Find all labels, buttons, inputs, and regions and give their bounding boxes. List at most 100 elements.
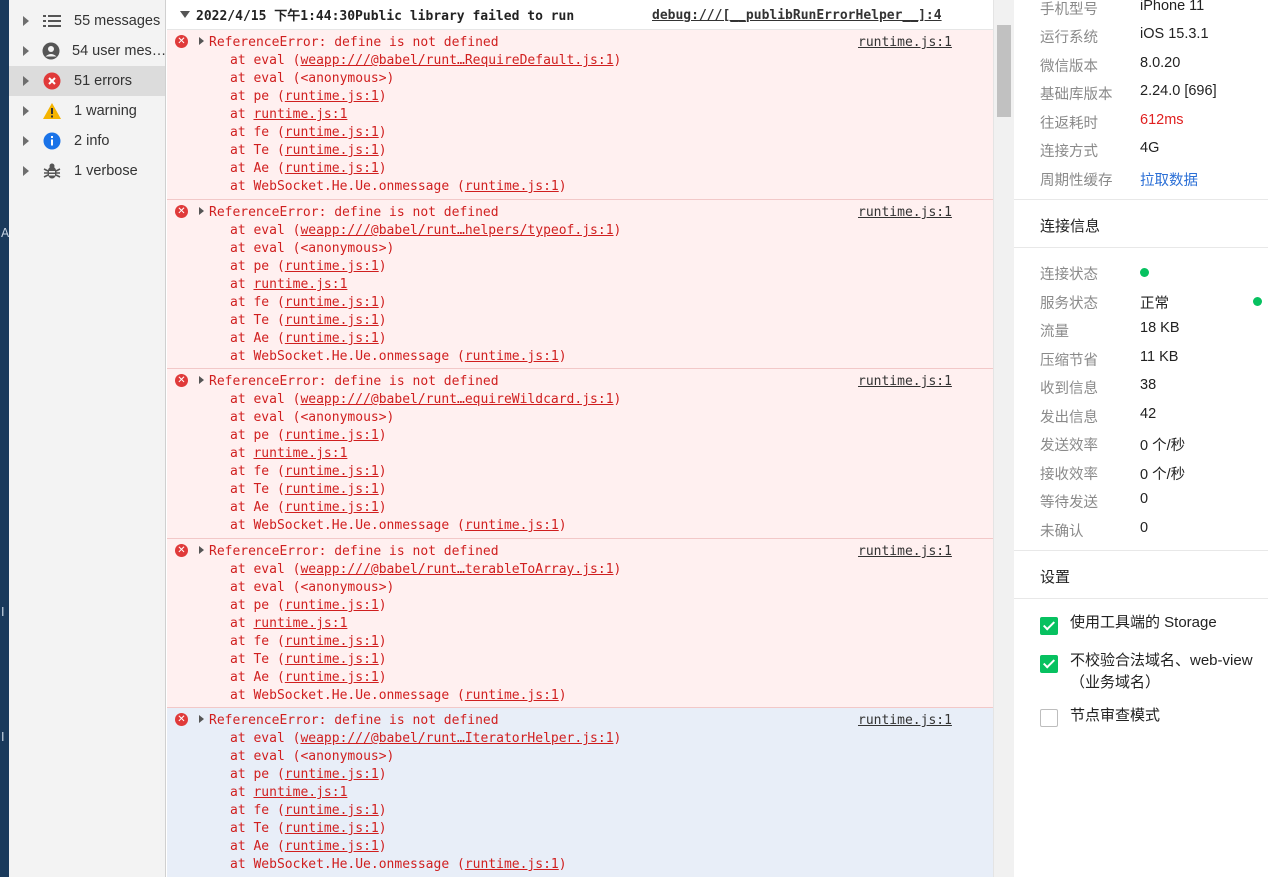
- stack-frame-link[interactable]: runtime.js:1: [253, 277, 347, 292]
- stack-frame-link[interactable]: runtime.js:1: [285, 295, 379, 310]
- desktop-background: A I I: [0, 0, 9, 877]
- stack-frame-link[interactable]: runtime.js:1: [465, 349, 559, 364]
- stack-frame-link[interactable]: runtime.js:1: [285, 259, 379, 274]
- info-value: 4G: [1140, 140, 1160, 156]
- stack-frame: at eval (weapp:///@babel/runt…terableToA…: [230, 562, 622, 577]
- stack-frame-link[interactable]: weapp:///@babel/runt…IteratorHelper.js:1: [300, 731, 613, 746]
- stack-frame-link[interactable]: runtime.js:1: [285, 839, 379, 854]
- scrollbar-thumb[interactable]: [997, 25, 1011, 117]
- stack-frame-link[interactable]: runtime.js:1: [285, 464, 379, 479]
- stack-frame-link[interactable]: runtime.js:1: [465, 518, 559, 533]
- source-link[interactable]: runtime.js:1: [858, 373, 952, 391]
- stack-frame-link[interactable]: runtime.js:1: [465, 179, 559, 194]
- stack-frame: at runtime.js:1: [230, 277, 348, 292]
- console-scrollbar[interactable]: [993, 0, 1014, 877]
- info-value: 0: [1140, 520, 1149, 536]
- log-group-header[interactable]: 2022/4/15 下午1:44:30Public library failed…: [167, 0, 993, 30]
- stack-frame: at Te (runtime.js:1): [230, 821, 387, 836]
- stack-frame-link[interactable]: runtime.js:1: [285, 428, 379, 443]
- stack-frame-link[interactable]: runtime.js:1: [465, 688, 559, 703]
- skip-domain-check-checkbox[interactable]: [1040, 655, 1058, 673]
- sidebar-item-messages[interactable]: 55 messages: [9, 6, 165, 36]
- stack-frame-link[interactable]: runtime.js:1: [285, 125, 379, 140]
- info-key: 手机型号: [1040, 2, 1098, 18]
- stack-frame: at eval (<anonymous>): [230, 71, 395, 86]
- expand-arrow-icon[interactable]: [199, 207, 204, 215]
- group-source-link[interactable]: debug:///[__publibRunErrorHelper__]:4: [652, 8, 942, 23]
- stack-frame-link[interactable]: runtime.js:1: [285, 313, 379, 328]
- expand-arrow-icon[interactable]: [199, 37, 204, 45]
- info-key: 收到信息: [1040, 381, 1098, 397]
- use-tool-storage-label[interactable]: 使用工具端的 Storage: [1070, 612, 1217, 634]
- stack-frame-link[interactable]: runtime.js:1: [285, 482, 379, 497]
- stack-frame: at Te (runtime.js:1): [230, 652, 387, 667]
- stack-frame-link[interactable]: runtime.js:1: [285, 161, 379, 176]
- stack-frame: at WebSocket.He.Ue.onmessage (runtime.js…: [230, 179, 567, 194]
- expand-arrow-icon[interactable]: [199, 715, 204, 723]
- expand-arrow-icon: [23, 16, 29, 26]
- node-inspect-label[interactable]: 节点审查模式: [1070, 705, 1160, 727]
- sidebar-item-errors[interactable]: 51 errors: [9, 66, 165, 96]
- source-link[interactable]: runtime.js:1: [858, 204, 952, 222]
- stack-frame-link[interactable]: runtime.js:1: [285, 331, 379, 346]
- stack-frame-link[interactable]: runtime.js:1: [253, 616, 347, 631]
- sidebar-item-label: 51 errors: [74, 73, 133, 89]
- sidebar-item-user-messages[interactable]: 54 user mes…: [9, 36, 165, 66]
- skip-domain-check-label[interactable]: 不校验合法域名、web-view（业务域名）: [1070, 650, 1255, 694]
- stack-frame-link[interactable]: runtime.js:1: [285, 652, 379, 667]
- info-value: 18 KB: [1140, 320, 1180, 336]
- info-value: 38: [1140, 377, 1157, 393]
- stack-frame-link[interactable]: weapp:///@babel/runt…RequireDefault.js:1: [300, 53, 613, 68]
- source-link[interactable]: runtime.js:1: [858, 543, 952, 561]
- node-inspect-checkbox[interactable]: [1040, 709, 1058, 727]
- stack-frame: at Ae (runtime.js:1): [230, 161, 387, 176]
- desktop-glyph: I: [1, 605, 5, 619]
- desktop-glyph: I: [1, 730, 5, 744]
- error-entry[interactable]: ✕ ReferenceError: define is not defined ru…: [167, 30, 993, 200]
- use-tool-storage-checkbox[interactable]: [1040, 617, 1058, 635]
- info-value: 612ms: [1140, 112, 1184, 128]
- error-entry[interactable]: ✕ ReferenceError: define is not defined ru…: [167, 708, 993, 877]
- stack-frame-link[interactable]: runtime.js:1: [253, 785, 347, 800]
- info-key: 周期性缓存: [1040, 173, 1113, 189]
- stack-frame-link[interactable]: runtime.js:1: [285, 803, 379, 818]
- error-message: ReferenceError: define is not defined: [209, 713, 499, 728]
- stack-frame-link[interactable]: runtime.js:1: [285, 670, 379, 685]
- stack-frame: at fe (runtime.js:1): [230, 464, 387, 479]
- stack-frame-link[interactable]: runtime.js:1: [285, 500, 379, 515]
- stack-frame: at eval (<anonymous>): [230, 241, 395, 256]
- stack-frame-link[interactable]: runtime.js:1: [253, 446, 347, 461]
- stack-frame-link[interactable]: runtime.js:1: [285, 821, 379, 836]
- error-entry[interactable]: ✕ ReferenceError: define is not defined ru…: [167, 539, 993, 708]
- stack-frame-link[interactable]: runtime.js:1: [465, 857, 559, 872]
- stack-frame-link[interactable]: runtime.js:1: [285, 634, 379, 649]
- stack-frame-link[interactable]: weapp:///@babel/runt…equireWildcard.js:1: [300, 392, 613, 407]
- sidebar-item-info[interactable]: 2 info: [9, 126, 165, 156]
- info-key: 运行系统: [1040, 30, 1098, 46]
- stack-frame-link[interactable]: weapp:///@babel/runt…helpers/typeof.js:1: [300, 223, 613, 238]
- fetch-data-link[interactable]: 拉取数据: [1140, 169, 1198, 190]
- stack-frame-link[interactable]: runtime.js:1: [285, 598, 379, 613]
- collapse-arrow-icon[interactable]: [180, 11, 190, 18]
- source-link[interactable]: runtime.js:1: [858, 34, 952, 52]
- expand-arrow-icon[interactable]: [199, 546, 204, 554]
- expand-arrow-icon[interactable]: [199, 376, 204, 384]
- info-key: 未确认: [1040, 524, 1084, 540]
- expand-arrow-icon: [23, 76, 29, 86]
- error-entry[interactable]: ✕ ReferenceError: define is not defined ru…: [167, 200, 993, 369]
- stack-frame: at eval (<anonymous>): [230, 580, 395, 595]
- stack-frame-link[interactable]: weapp:///@babel/runt…terableToArray.js:1: [300, 562, 613, 577]
- stack-frame-link[interactable]: runtime.js:1: [285, 767, 379, 782]
- error-entry-list: ✕ ReferenceError: define is not defined ru…: [167, 30, 993, 877]
- source-link[interactable]: runtime.js:1: [858, 712, 952, 730]
- connection-section-title: 连接信息: [1040, 218, 1101, 235]
- sidebar-item-warnings[interactable]: 1 warning: [9, 96, 165, 126]
- info-value: 42: [1140, 406, 1157, 422]
- stack-frame: at runtime.js:1: [230, 107, 348, 122]
- stack-frame-link[interactable]: runtime.js:1: [285, 143, 379, 158]
- sidebar-item-verbose[interactable]: 1 verbose: [9, 156, 165, 186]
- error-entry[interactable]: ✕ ReferenceError: define is not defined ru…: [167, 369, 993, 539]
- stack-frame-link[interactable]: runtime.js:1: [253, 107, 347, 122]
- connection-status-dot: [1140, 268, 1149, 277]
- stack-frame-link[interactable]: runtime.js:1: [285, 89, 379, 104]
